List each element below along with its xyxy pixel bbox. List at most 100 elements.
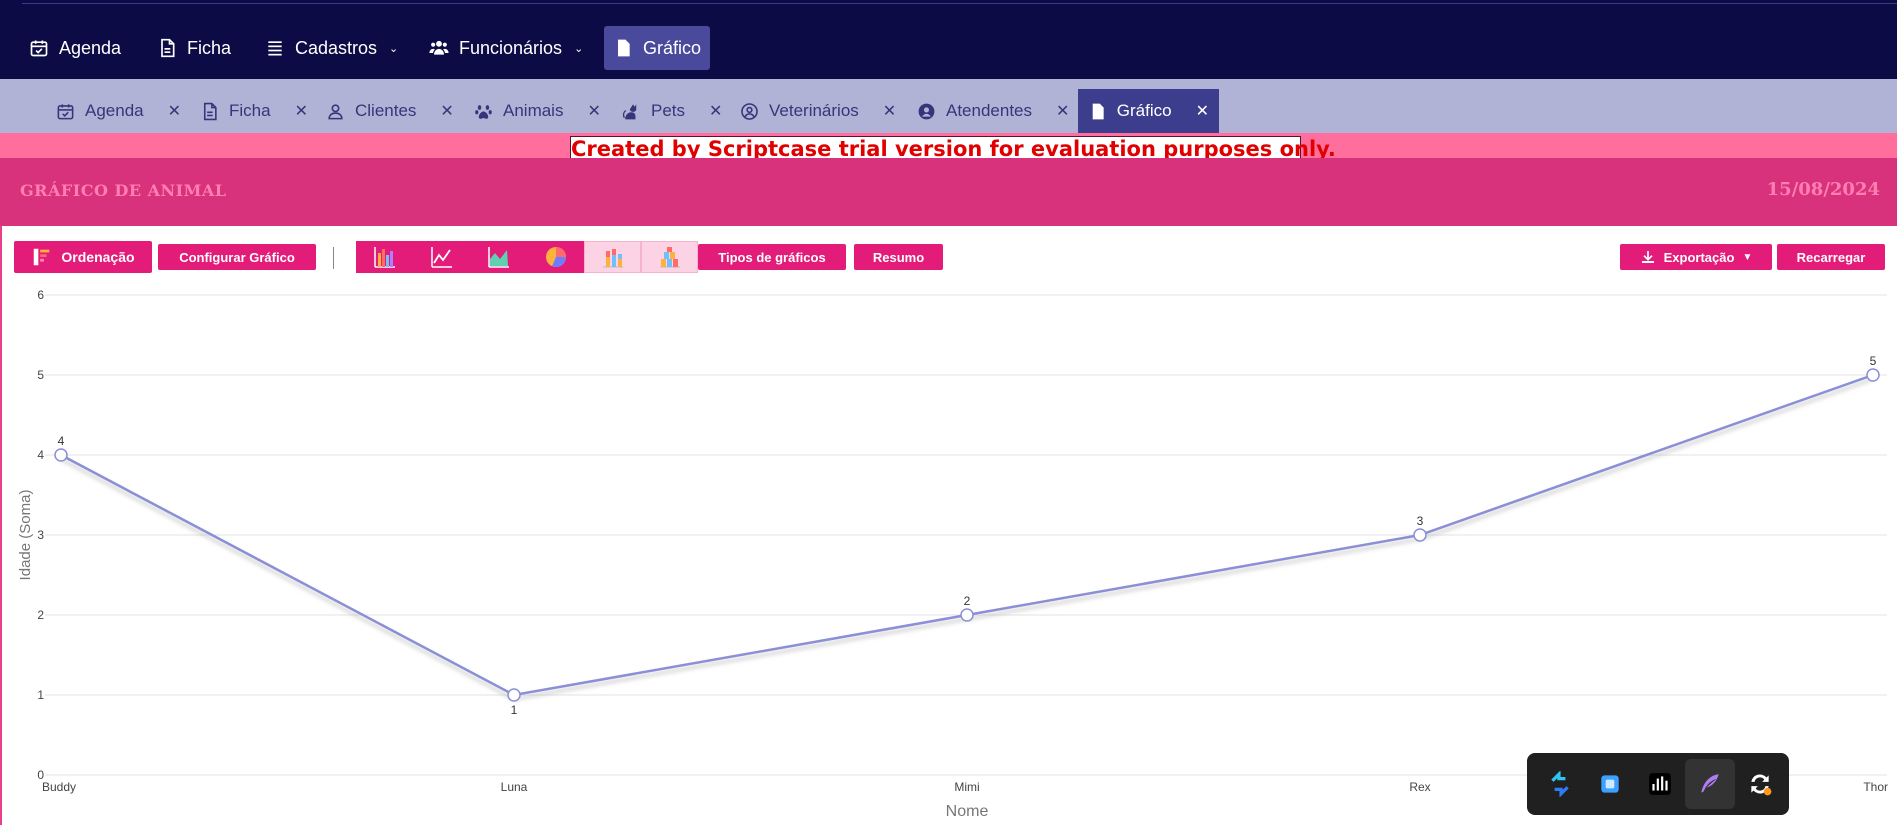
file-icon	[203, 102, 217, 120]
close-icon[interactable]: ✕	[168, 101, 181, 121]
close-icon[interactable]: ✕	[883, 101, 896, 121]
taskbar-app-4[interactable]	[1685, 759, 1735, 809]
nav-grafico-label: Gráfico	[643, 37, 702, 58]
exportacao-label: Exportação	[1663, 249, 1735, 265]
square-app-icon	[1601, 775, 1619, 793]
bar-chart-icon	[373, 247, 395, 268]
chart-canvas: 0123456 Buddy Luna Mimi Rex Thor 41235 Idade…	[17, 288, 1888, 820]
data-point[interactable]	[1413, 528, 1427, 542]
ordenacao-button[interactable]: Ordenação	[14, 241, 152, 273]
refresh-icon	[1751, 774, 1772, 796]
paw-icon	[475, 104, 492, 119]
user-circle-filled-icon	[918, 103, 935, 119]
stacked-bar-button[interactable]	[584, 241, 641, 273]
close-icon[interactable]: ✕	[709, 101, 722, 121]
nav-agenda-label: Agenda	[59, 37, 122, 58]
nav-funcionarios-label: Funcionários	[459, 37, 563, 58]
page-title: GRÁFICO DE ANIMAL	[20, 181, 227, 200]
area-chart-button[interactable]	[470, 241, 527, 273]
exportacao-button[interactable]: Exportação ▼	[1620, 244, 1772, 270]
calendar-check-icon	[57, 103, 74, 119]
close-icon[interactable]: ✕	[295, 101, 308, 121]
tipos-graficos-button[interactable]: Tipos de gráficos	[698, 244, 846, 270]
chart-type-selector	[356, 241, 698, 273]
stacked-bar-icon	[602, 249, 623, 268]
toolbar-separator	[333, 247, 334, 269]
data-label: 4	[58, 434, 65, 448]
resumo-label: Resumo	[872, 249, 925, 265]
cat-icon	[622, 103, 637, 119]
pie-chart-icon	[545, 247, 566, 268]
tipos-graficos-label: Tipos de gráficos	[718, 249, 826, 265]
x-tick-label: Mimi	[954, 780, 979, 794]
close-icon[interactable]: ✕	[440, 101, 453, 121]
y-tick-label: 3	[37, 528, 44, 542]
tab-ficha-label: Ficha	[229, 101, 271, 120]
resumo-button[interactable]: Resumo	[854, 244, 943, 270]
tab-agenda-label: Agenda	[85, 101, 144, 120]
close-icon[interactable]: ✕	[1056, 101, 1069, 121]
tab-grafico-label: Gráfico	[1116, 101, 1172, 120]
tab-atendentes-label: Atendentes	[946, 101, 1033, 120]
tab-clientes[interactable]: Clientes ✕	[316, 89, 464, 133]
nav-grafico[interactable]: Gráfico	[604, 26, 711, 70]
x-tick-label: Rex	[1409, 780, 1430, 794]
close-icon[interactable]: ✕	[1196, 101, 1209, 121]
list-icon	[268, 41, 282, 56]
data-point[interactable]	[54, 448, 68, 462]
grouped-bar-button[interactable]	[641, 241, 698, 273]
taskbar-app-1[interactable]	[1535, 759, 1585, 809]
tab-clientes-label: Clientes	[355, 101, 417, 120]
taskbar-app-3[interactable]	[1635, 759, 1685, 809]
data-point[interactable]	[507, 688, 521, 702]
data-point[interactable]	[1866, 368, 1880, 382]
caret-down-icon: ▼	[1742, 251, 1753, 263]
ordenacao-label: Ordenação	[61, 249, 135, 265]
y-axis-label: Idade (Soma)	[17, 490, 34, 581]
tab-ficha[interactable]: Ficha ✕	[190, 89, 318, 133]
y-tick-label: 5	[37, 368, 44, 382]
taskbar-app-5[interactable]	[1735, 759, 1785, 809]
nav-ficha[interactable]: Ficha	[147, 26, 241, 70]
line-chart-button[interactable]	[413, 241, 470, 273]
file-icon	[161, 38, 175, 58]
page-date: 15/08/2024	[1766, 179, 1880, 200]
tab-animais-label: Animais	[503, 101, 564, 120]
recarregar-button[interactable]: Recarregar	[1777, 244, 1885, 270]
nav-cadastros[interactable]: Cadastros ⌄	[255, 26, 408, 70]
bar-chart-button[interactable]	[356, 241, 413, 273]
y-tick-label: 1	[37, 688, 44, 702]
nav-ficha-label: Ficha	[187, 37, 232, 58]
users-icon	[429, 40, 449, 55]
chevron-down-icon: ⌄	[389, 42, 399, 55]
nav-agenda[interactable]: Agenda	[19, 26, 131, 70]
tab-pets[interactable]: Pets ✕	[612, 89, 732, 133]
floating-taskbar	[1527, 753, 1789, 815]
tab-grafico[interactable]: Gráfico ✕	[1078, 89, 1219, 133]
configurar-grafico-button[interactable]: Configurar Gráfico	[158, 244, 316, 270]
line-chart-icon	[430, 247, 452, 268]
x-tick-label: Thor	[1863, 780, 1888, 794]
recarregar-label: Recarregar	[1796, 249, 1866, 265]
close-icon[interactable]: ✕	[587, 101, 600, 121]
area-chart-icon	[487, 247, 509, 268]
pie-chart-button[interactable]	[527, 241, 584, 273]
taskbar-app-2[interactable]	[1585, 759, 1635, 809]
data-label: 5	[1870, 354, 1877, 368]
nav-funcionarios[interactable]: Funcionários ⌄	[419, 26, 593, 70]
data-label: 2	[964, 594, 971, 608]
data-label: 3	[1417, 514, 1424, 528]
line-chart: 0123456 Buddy Luna Mimi Rex Thor 41235 Idade…	[0, 280, 1897, 825]
tab-atendentes[interactable]: Atendentes ✕	[907, 89, 1079, 133]
tab-animais[interactable]: Animais ✕	[464, 89, 611, 133]
tab-agenda[interactable]: Agenda ✕	[46, 89, 191, 133]
tab-bar: Agenda ✕ Ficha ✕ Clientes ✕ Animais ✕ Pe…	[0, 79, 1897, 133]
data-point[interactable]	[960, 608, 974, 622]
file-icon	[618, 39, 630, 57]
x-axis-label: Nome	[946, 803, 989, 820]
y-tick-label: 4	[37, 448, 44, 462]
tab-veterinarios[interactable]: Veterinários ✕	[730, 89, 906, 133]
user-icon	[328, 103, 343, 119]
audio-bars-icon	[1649, 773, 1671, 795]
calendar-check-icon	[30, 40, 48, 57]
